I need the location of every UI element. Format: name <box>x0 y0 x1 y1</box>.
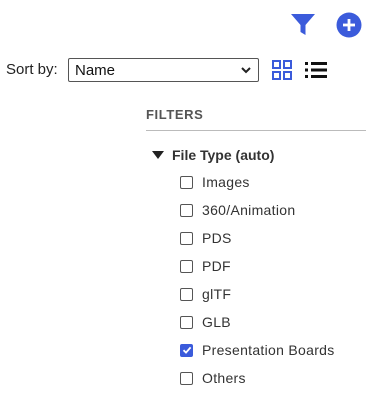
checkbox[interactable] <box>180 287 193 301</box>
filter-option-label: PDF <box>202 258 231 274</box>
filter-option-label: Images <box>202 174 250 190</box>
checkbox[interactable] <box>180 343 193 357</box>
caret-down-icon <box>152 151 164 159</box>
list-view-button[interactable] <box>304 58 328 82</box>
checkbox[interactable] <box>180 231 193 245</box>
sort-select-value: Name <box>75 61 116 79</box>
filter-option-label: GLB <box>202 314 231 330</box>
checkbox[interactable] <box>180 175 193 189</box>
checkbox[interactable] <box>180 371 193 385</box>
checkbox[interactable] <box>180 259 193 273</box>
sort-select[interactable]: Name <box>68 58 259 82</box>
filter-option[interactable]: Presentation Boards <box>180 336 370 364</box>
list-view-icon <box>305 62 327 78</box>
filter-option[interactable]: Others <box>180 364 370 392</box>
filter-option-label: 360/Animation <box>202 202 296 218</box>
filter-option[interactable]: glTF <box>180 280 370 308</box>
filter-option-label: Others <box>202 370 246 386</box>
checkbox[interactable] <box>180 203 193 217</box>
filter-option[interactable]: PDF <box>180 252 370 280</box>
filter-option[interactable]: PDS <box>180 224 370 252</box>
file-type-options: Images 360/Animation PDS PDF glTF GLB Presenta… <box>180 168 370 392</box>
filter-option[interactable]: GLB <box>180 308 370 336</box>
filter-option[interactable]: 360/Animation <box>180 196 370 224</box>
chevron-down-icon <box>241 67 251 74</box>
add-circle-icon <box>336 12 362 38</box>
filter-option-label: glTF <box>202 286 232 302</box>
checkmark-icon <box>182 346 191 354</box>
file-type-group-toggle[interactable]: File Type (auto) <box>151 147 274 163</box>
filters-heading: FILTERS <box>146 107 204 122</box>
filter-option-label: PDS <box>202 230 232 246</box>
filters-divider <box>146 130 366 131</box>
filter-button[interactable] <box>288 12 318 38</box>
filter-option-label: Presentation Boards <box>202 342 335 358</box>
file-type-group-label: File Type (auto) <box>172 147 275 163</box>
add-button[interactable] <box>336 12 362 38</box>
sort-by-label: Sort by: <box>6 61 58 78</box>
checkbox[interactable] <box>180 315 193 329</box>
grid-view-button[interactable] <box>270 58 294 82</box>
filter-icon <box>291 14 315 35</box>
filter-option[interactable]: Images <box>180 168 370 196</box>
grid-view-icon <box>272 60 292 80</box>
